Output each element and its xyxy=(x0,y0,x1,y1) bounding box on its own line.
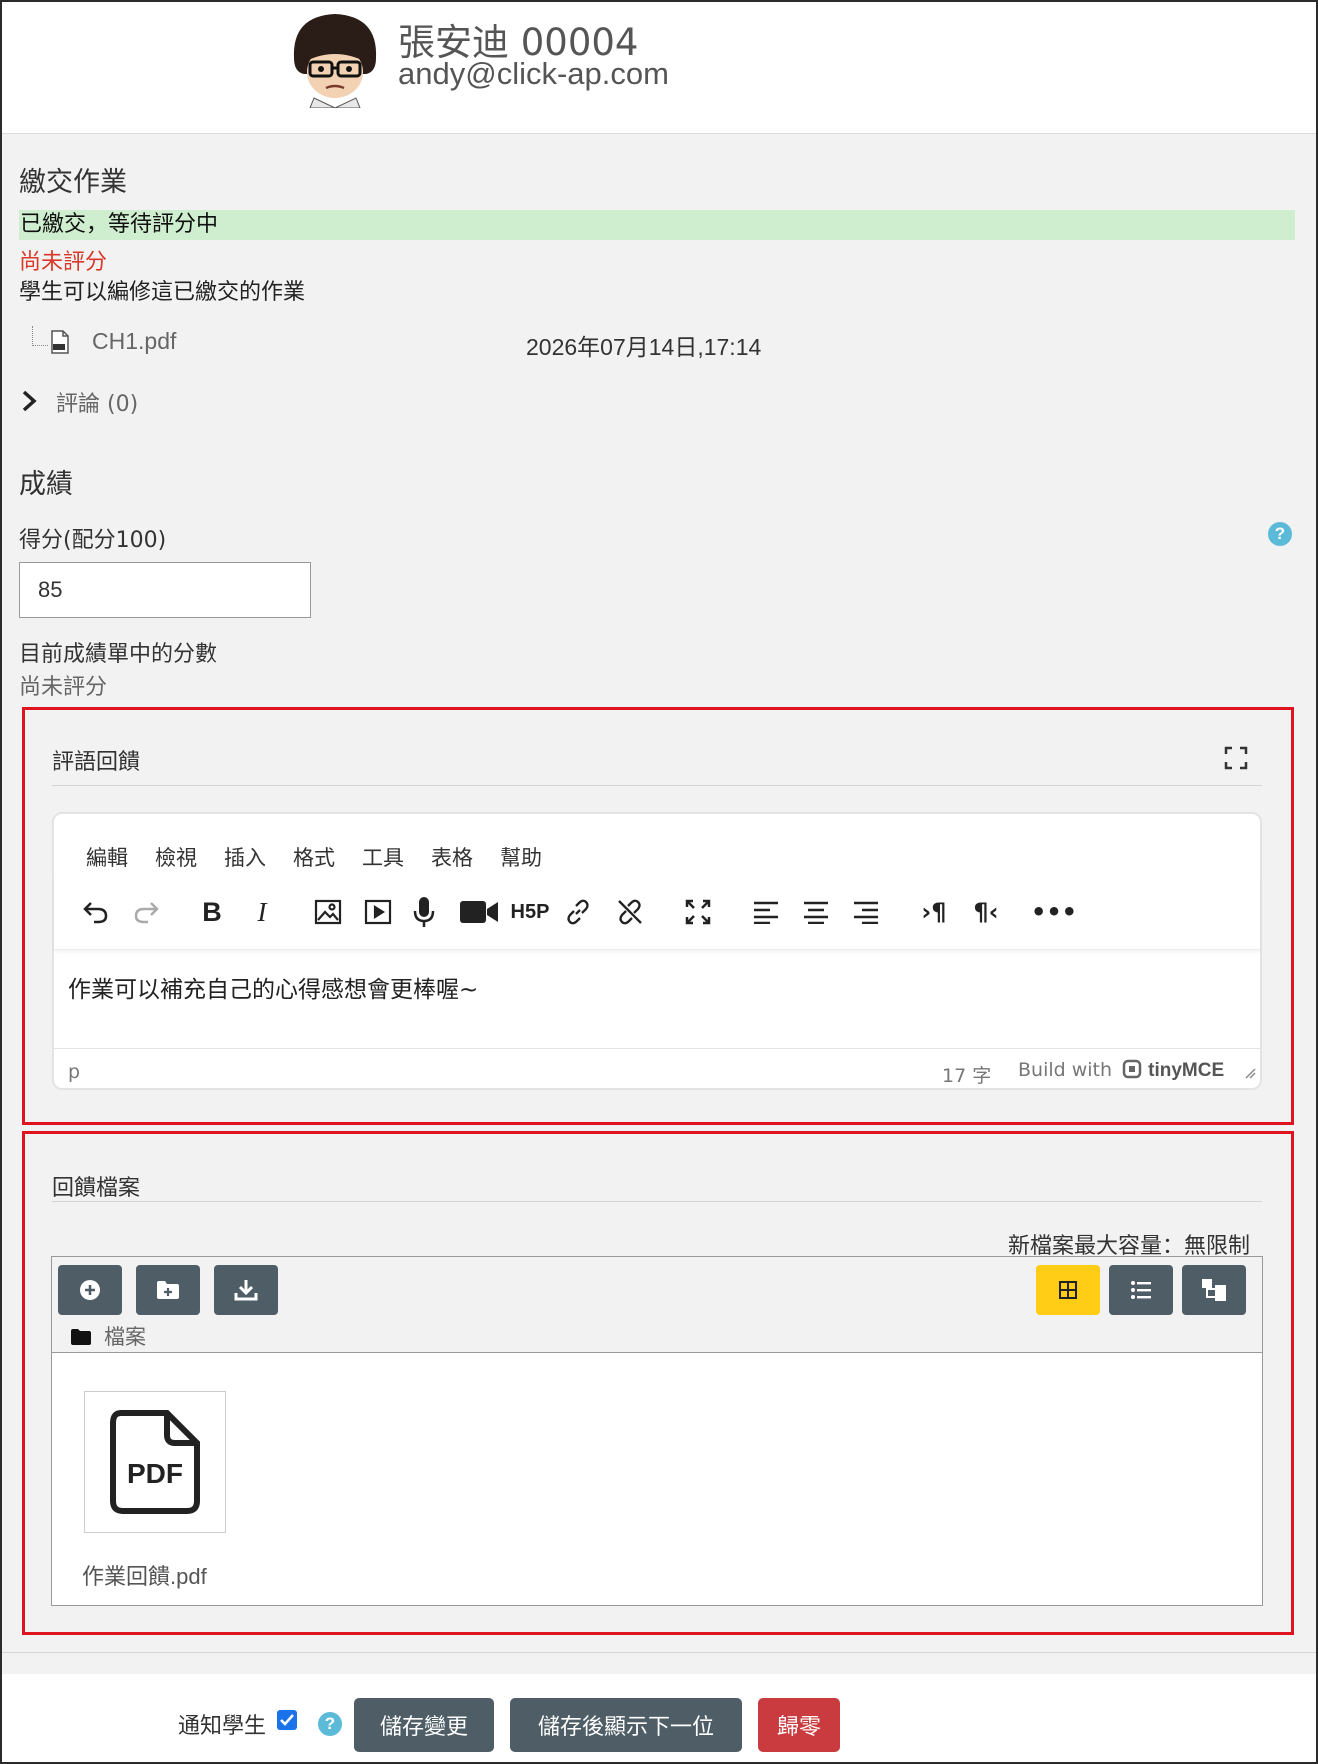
ltr-icon[interactable]: ›¶ xyxy=(914,892,954,932)
current-grade-value: 尚未評分 xyxy=(19,675,108,700)
feedback-files-title: 回饋檔案 xyxy=(52,1176,141,1201)
pdf-file-icon: PDF xyxy=(110,1410,200,1514)
image-icon[interactable] xyxy=(308,892,348,932)
footer-actions: 通知學生 ? 儲存變更 儲存後顯示下一位 歸零 xyxy=(2,1674,1316,1762)
unlink-icon[interactable] xyxy=(610,892,650,932)
help-icon[interactable]: ? xyxy=(318,1712,342,1736)
reset-button[interactable]: 歸零 xyxy=(758,1698,840,1752)
add-file-icon xyxy=(80,1280,100,1300)
check-icon xyxy=(280,1714,294,1726)
user-header: 張安迪 00004 andy@click-ap.com xyxy=(2,2,1316,134)
tree-icon xyxy=(1202,1279,1226,1301)
microphone-icon[interactable] xyxy=(404,892,444,932)
help-icon[interactable]: ? xyxy=(1268,522,1292,546)
menu-view[interactable]: 檢視 xyxy=(155,842,197,872)
folder-plus-icon xyxy=(157,1281,179,1299)
submitted-file-row: CH1.pdf 2026年07月14日,17:14 xyxy=(28,324,788,364)
brand-prefix: Build with xyxy=(1018,1059,1113,1081)
editor-brand[interactable]: Build with tinyMCE xyxy=(1018,1059,1224,1082)
notify-label: 通知學生 xyxy=(178,1714,267,1739)
rich-text-editor: 編輯 檢視 插入 格式 工具 表格 幫助 B I H5P ›¶ ¶‹ ••• 作… xyxy=(52,812,1262,1090)
feedback-file-name[interactable]: 作業回饋.pdf xyxy=(82,1559,207,1591)
grading-status: 尚未評分 xyxy=(19,250,108,275)
file-manager: 檔案 PDF 作業回饋.pdf xyxy=(51,1256,1263,1606)
menu-edit[interactable]: 編輯 xyxy=(86,842,128,872)
view-tree-button[interactable] xyxy=(1182,1265,1246,1315)
folder-name[interactable]: 檔案 xyxy=(104,1325,146,1349)
notify-checkbox[interactable] xyxy=(277,1710,297,1730)
file-manager-breadcrumb: 檔案 xyxy=(70,1321,146,1351)
link-icon[interactable] xyxy=(558,892,598,932)
download-icon xyxy=(234,1280,258,1301)
edit-note: 學生可以編修這已繳交的作業 xyxy=(19,280,306,305)
undo-icon[interactable] xyxy=(76,892,116,932)
menu-tools[interactable]: 工具 xyxy=(362,842,404,872)
editor-content[interactable]: 作業可以補充自己的心得感想會更棒喔~ xyxy=(68,970,478,1004)
menu-insert[interactable]: 插入 xyxy=(224,842,266,872)
element-path[interactable]: p xyxy=(68,1061,80,1083)
divider xyxy=(52,785,1262,786)
rtl-icon[interactable]: ¶‹ xyxy=(966,892,1006,932)
chevron-right-icon xyxy=(20,390,38,418)
user-email: andy@click-ap.com xyxy=(398,56,669,91)
media-icon[interactable] xyxy=(358,892,398,932)
align-center-icon[interactable] xyxy=(796,892,836,932)
video-camera-icon[interactable] xyxy=(456,892,502,932)
grid-icon xyxy=(1059,1281,1077,1299)
redo-icon[interactable] xyxy=(126,892,166,932)
view-list-button[interactable] xyxy=(1109,1265,1173,1315)
editor-menubar: 編輯 檢視 插入 格式 工具 表格 幫助 xyxy=(86,842,569,872)
word-count[interactable]: 17 字 xyxy=(942,1061,991,1088)
thumb-label: PDF xyxy=(127,1458,183,1489)
tree-line xyxy=(32,326,48,346)
save-button[interactable]: 儲存變更 xyxy=(354,1698,494,1752)
list-icon xyxy=(1131,1281,1151,1299)
download-all-button[interactable] xyxy=(214,1265,278,1315)
add-file-button[interactable] xyxy=(58,1265,122,1315)
menu-table[interactable]: 表格 xyxy=(431,842,473,872)
score-input[interactable] xyxy=(19,562,311,618)
submission-title: 繳交作業 xyxy=(19,167,127,198)
score-label: 得分(配分100) xyxy=(19,528,167,553)
submitted-file-link[interactable]: CH1.pdf xyxy=(92,328,176,355)
divider xyxy=(2,1652,1316,1653)
tinymce-logo-icon xyxy=(1122,1059,1142,1079)
save-and-next-button[interactable]: 儲存後顯示下一位 xyxy=(510,1698,742,1752)
file-thumbnail[interactable]: PDF xyxy=(84,1391,226,1533)
h5p-icon[interactable]: H5P xyxy=(508,892,552,932)
comments-label: 評論 (0) xyxy=(56,392,139,417)
menu-help[interactable]: 幫助 xyxy=(500,842,542,872)
editor-toolbar: B I H5P ›¶ ¶‹ ••• xyxy=(54,878,1260,950)
file-manager-toolbar: 檔案 xyxy=(52,1257,1262,1353)
fullscreen-icon[interactable] xyxy=(1224,746,1248,774)
align-left-icon[interactable] xyxy=(746,892,786,932)
view-icons-button[interactable] xyxy=(1036,1265,1100,1315)
align-right-icon[interactable] xyxy=(846,892,886,932)
fullscreen-editor-icon[interactable] xyxy=(678,892,718,932)
current-grade-label: 目前成績單中的分數 xyxy=(19,642,218,667)
create-folder-button[interactable] xyxy=(136,1265,200,1315)
editor-statusbar: p 17 字 Build with tinyMCE xyxy=(54,1048,1260,1088)
pdf-file-icon xyxy=(50,330,70,358)
grade-title: 成績 xyxy=(19,469,73,500)
submission-status: 已繳交，等待評分中 xyxy=(19,210,1295,240)
menu-format[interactable]: 格式 xyxy=(293,842,335,872)
submitted-file-date: 2026年07月14日,17:14 xyxy=(526,334,762,360)
folder-icon xyxy=(71,1329,91,1345)
avatar xyxy=(286,10,384,109)
brand-name: tinyMCE xyxy=(1148,1060,1225,1081)
bold-icon[interactable]: B xyxy=(192,892,232,932)
divider xyxy=(52,1201,1262,1202)
grading-page: 張安迪 00004 andy@click-ap.com 繳交作業 已繳交，等待評… xyxy=(0,0,1318,1764)
more-icon[interactable]: ••• xyxy=(1031,892,1077,932)
resize-handle-icon[interactable] xyxy=(1244,1067,1256,1079)
feedback-comments-title: 評語回饋 xyxy=(52,750,141,775)
italic-icon[interactable]: I xyxy=(242,892,282,932)
